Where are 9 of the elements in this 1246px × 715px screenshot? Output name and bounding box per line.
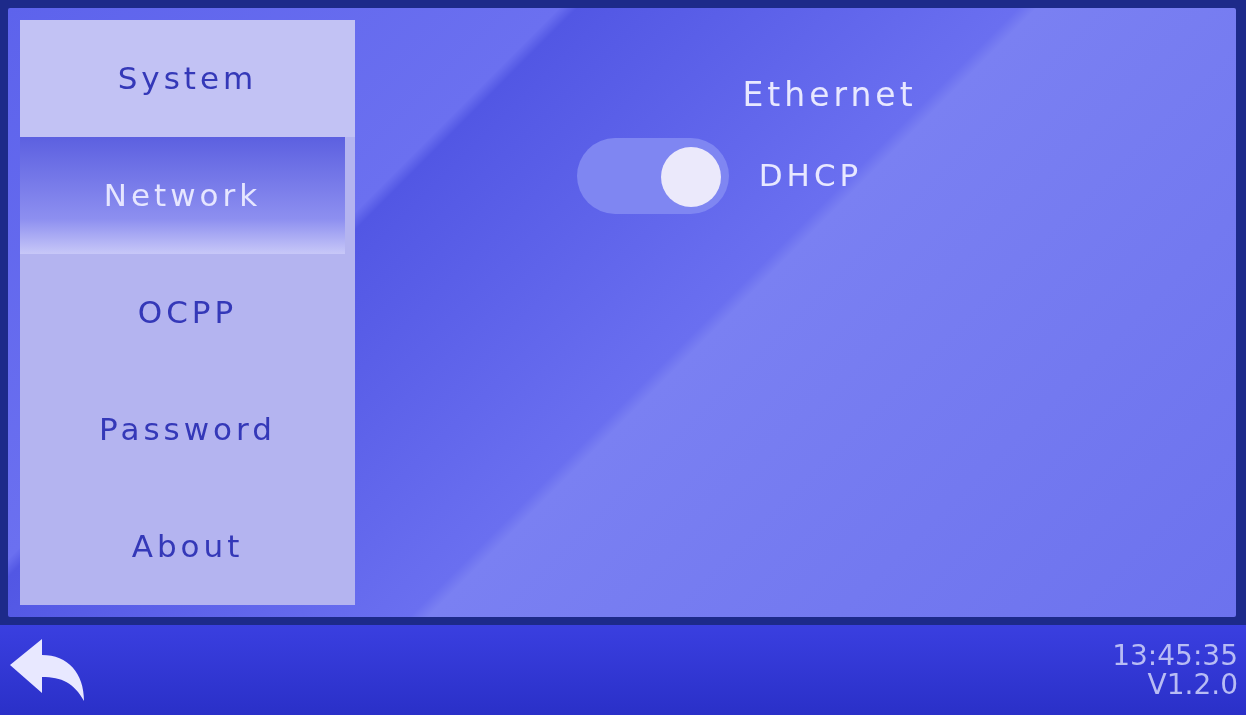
toggle-label: DHCP [758,156,863,196]
sidebar-tab[interactable]: Network [20,137,345,254]
version-label: V1.2.0 [1147,670,1238,700]
sidebar-tab[interactable]: System [20,20,355,137]
sidebar-tab[interactable]: About [20,488,355,605]
clock-time: 13:45:35 [1112,640,1238,670]
sidebar-tab[interactable]: Password [20,371,355,488]
sidebar-tab[interactable]: OCPP [20,254,355,371]
section-title: Ethernet [742,74,917,116]
